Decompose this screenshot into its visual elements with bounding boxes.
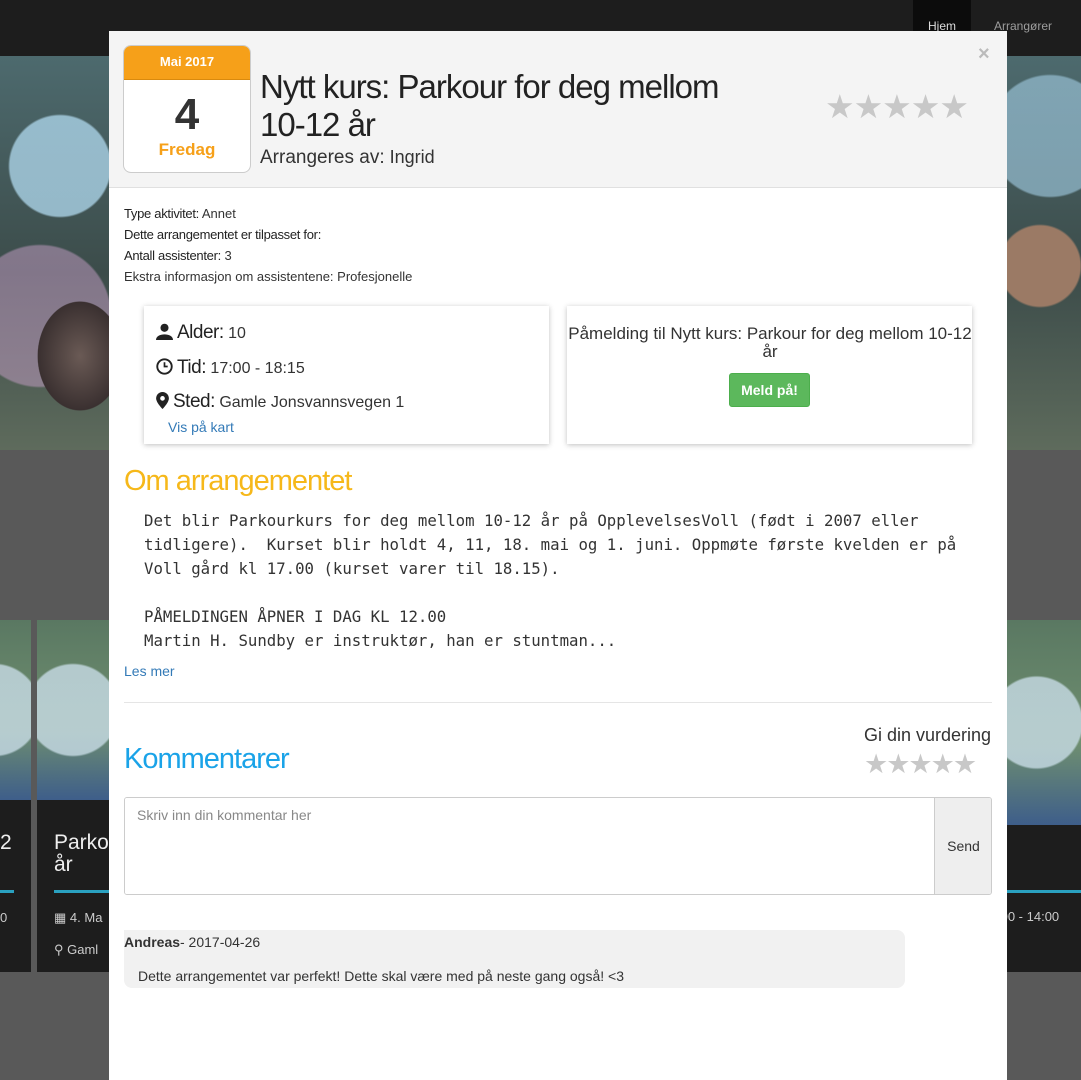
comment-item: Andreas - 2017-04-26 Dette arrangementet… [124, 930, 905, 988]
event-title: Nytt kurs: Parkour for deg mellom 10-12 … [260, 68, 720, 143]
user-icon [156, 323, 173, 340]
comment-form: Send [124, 797, 992, 895]
registration-text: Påmelding til Nytt kurs: Parkour for deg… [568, 324, 972, 361]
card-image [0, 620, 31, 800]
organizer-name: Ingrid [389, 147, 435, 167]
card-date: ▦ 4. Ma [54, 910, 103, 925]
rate-label: Gi din vurdering [864, 725, 992, 745]
info-assistants: Antall assistenter: 3 [124, 248, 232, 263]
event-calendar-badge: Mai 2017 4 Fredag [123, 45, 251, 173]
card-title-line2: år [54, 853, 73, 876]
card-divider [1007, 890, 1081, 893]
info-adapted: Dette arrangementet er tilpasset for: [124, 227, 322, 242]
send-button[interactable]: Send [934, 798, 991, 894]
event-organizer: Arrangeres av: Ingrid [260, 147, 435, 169]
event-details-box: Alder: 10 Tid: 17:00 - 18:15 Sted: Gamle… [144, 306, 549, 444]
comment-text: Dette arrangementet var perfekt! Dette s… [138, 968, 624, 984]
organizer-label: Arrangeres av: [260, 147, 385, 168]
calendar-month: Mai 2017 [124, 46, 250, 80]
calendar-icon: ▦ [54, 910, 70, 925]
detail-age: Alder: 10 [156, 322, 246, 344]
calendar-weekday: Fredag [158, 140, 216, 159]
comment-date: - 2017-04-26 [180, 934, 261, 950]
map-marker-icon [156, 392, 169, 409]
rating-input-stars[interactable]: ★★★★★ [864, 749, 977, 780]
comments-heading: Kommentarer [124, 743, 290, 775]
detail-time: Tid: 17:00 - 18:15 [156, 357, 305, 379]
comment-input[interactable] [125, 798, 934, 894]
modal-header: Mai 2017 4 Fredag Nytt kurs: Parkour for… [109, 31, 1007, 188]
register-button[interactable]: Meld på! [729, 373, 810, 407]
event-modal: Mai 2017 4 Fredag Nytt kurs: Parkour for… [109, 31, 1007, 1080]
about-heading: Om arrangementet [124, 465, 352, 497]
comment-author: Andreas [124, 934, 181, 950]
show-on-map-link[interactable]: Vis på kart [168, 419, 234, 435]
calendar-day: 4 [174, 90, 200, 139]
clock-icon [156, 358, 173, 375]
close-icon[interactable]: × [978, 43, 990, 66]
divider [124, 702, 992, 703]
info-type: Type aktivitet: Annet [124, 206, 236, 221]
event-description: Det blir Parkourkurs for deg mellom 10-1… [144, 511, 957, 650]
card-image [1007, 620, 1081, 825]
event-rating-stars: ★★★★★ [825, 88, 969, 125]
read-more-link[interactable]: Les mer [124, 663, 175, 679]
info-extra: Ekstra informasjon om assistentene: Prof… [124, 269, 413, 284]
card-title: 2 [0, 831, 12, 854]
card-divider [0, 890, 14, 893]
detail-place: Sted: Gamle Jonsvannsvegen 1 [156, 391, 404, 413]
registration-box: Påmelding til Nytt kurs: Parkour for deg… [567, 306, 972, 444]
map-marker-icon: ⚲ [54, 942, 68, 957]
card-place: ⚲ Gaml [54, 942, 99, 957]
background-event-card-left[interactable]: 2 0 [0, 620, 31, 972]
card-meta: 0 [0, 910, 8, 925]
background-event-card-right[interactable]: :00 - 14:00 [997, 620, 1081, 972]
